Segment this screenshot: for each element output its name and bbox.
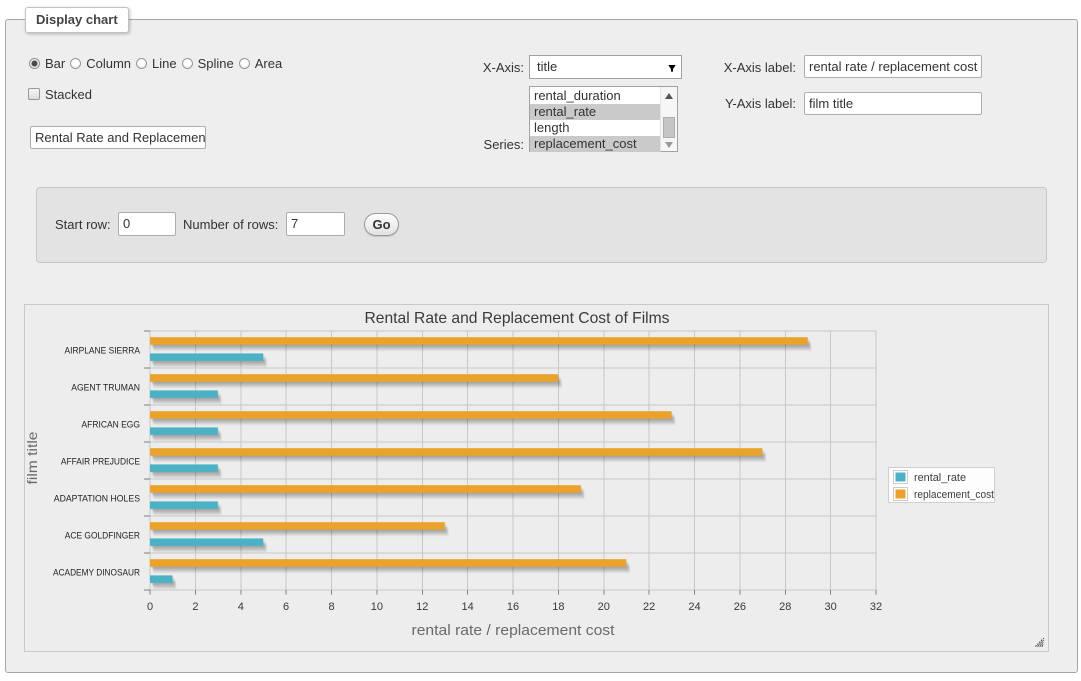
svg-text:replacement_cost: replacement_cost [914, 489, 994, 501]
svg-text:12: 12 [416, 601, 428, 613]
svg-text:16: 16 [507, 601, 519, 613]
svg-text:AFFAIR PREJUDICE: AFFAIR PREJUDICE [61, 457, 140, 468]
svg-text:4: 4 [238, 601, 244, 613]
svg-text:Rental Rate and Replacement Co: Rental Rate and Replacement Cost of Film… [365, 310, 670, 327]
svg-text:24: 24 [688, 601, 700, 613]
svg-text:ACE GOLDFINGER: ACE GOLDFINGER [65, 531, 140, 542]
svg-text:2: 2 [192, 601, 198, 613]
svg-text:ADAPTATION HOLES: ADAPTATION HOLES [54, 494, 140, 505]
svg-text:ACADEMY DINOSAUR: ACADEMY DINOSAUR [53, 568, 140, 579]
svg-text:18: 18 [552, 601, 564, 613]
svg-text:AFRICAN EGG: AFRICAN EGG [82, 420, 141, 431]
svg-text:rental_rate: rental_rate [914, 472, 966, 484]
svg-text:AIRPLANE SIERRA: AIRPLANE SIERRA [65, 346, 141, 357]
svg-text:8: 8 [328, 601, 334, 613]
svg-text:0: 0 [147, 601, 153, 613]
svg-text:32: 32 [870, 601, 882, 613]
svg-text:22: 22 [643, 601, 655, 613]
svg-text:26: 26 [734, 601, 746, 613]
svg-text:10: 10 [371, 601, 383, 613]
svg-text:14: 14 [461, 601, 473, 613]
svg-text:6: 6 [283, 601, 289, 613]
svg-text:20: 20 [598, 601, 610, 613]
svg-text:rental rate / replacement cost: rental rate / replacement cost [412, 622, 616, 639]
svg-text:film title: film title [25, 431, 40, 484]
svg-text:AGENT TRUMAN: AGENT TRUMAN [71, 383, 140, 394]
svg-text:30: 30 [824, 601, 836, 613]
svg-text:28: 28 [779, 601, 791, 613]
